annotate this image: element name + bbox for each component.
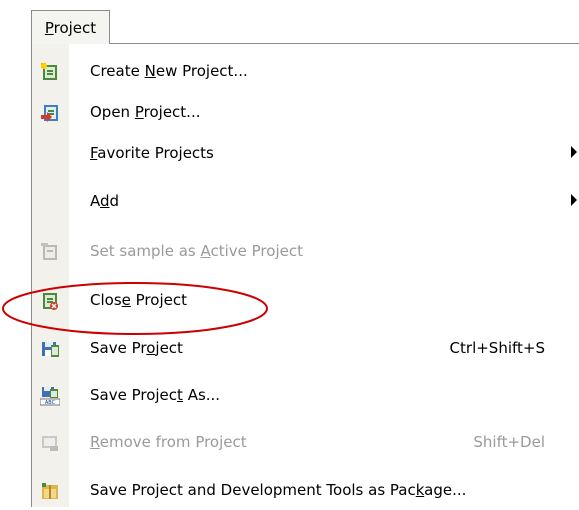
menu-item-set-active-project: Set sample as Active Project <box>32 231 579 271</box>
menu-item-label: Save Project As... <box>90 386 221 404</box>
menu-item-save-project[interactable]: Save Project Ctrl+Shift+S <box>32 328 579 368</box>
menu-item-label: Remove from Project <box>90 433 247 451</box>
menu-item-shortcut: Shift+Del <box>473 433 545 451</box>
menu-item-label: Open Project... <box>90 103 201 121</box>
menu-item-label: Set sample as Active Project <box>90 242 303 260</box>
remove-from-project-icon <box>42 436 58 451</box>
set-active-project-icon <box>41 243 57 260</box>
menu-item-label: Add <box>90 192 120 210</box>
menu-item-save-project-as[interactable]: ABC Save Project As... <box>32 375 579 415</box>
save-project-icon <box>42 342 59 357</box>
menu-item-save-as-package[interactable]: Save Project and Development Tools as Pa… <box>32 470 579 510</box>
open-project-icon <box>41 105 58 122</box>
menu-item-add[interactable]: Add <box>32 181 579 221</box>
menu-item-label: Create New Project... <box>90 62 248 80</box>
menu-item-shortcut: Ctrl+Shift+S <box>449 339 545 357</box>
svg-text:ABC: ABC <box>45 400 56 406</box>
project-menu-title-label: Project <box>44 18 97 37</box>
submenu-arrow-icon <box>571 146 577 158</box>
menu-item-label: Favorite Projects <box>90 144 214 162</box>
menu-item-favorite-projects[interactable]: Favorite Projects <box>32 133 579 173</box>
menu-item-label: Close Project <box>90 291 187 309</box>
package-icon <box>42 483 58 499</box>
menu-item-create-new-project[interactable]: Create New Project... <box>32 51 579 91</box>
menu-item-close-project[interactable]: Close Project <box>32 280 579 320</box>
menu-item-open-project[interactable]: Open Project... <box>32 92 579 132</box>
submenu-arrow-icon <box>571 194 577 206</box>
create-new-project-icon <box>41 63 57 80</box>
save-project-as-icon: ABC <box>40 387 60 406</box>
menu-item-label: Save Project <box>90 339 183 357</box>
project-menu-title[interactable]: Project <box>31 10 110 44</box>
menu-item-label: Save Project and Development Tools as Pa… <box>90 481 467 499</box>
menu-item-remove-from-project: Remove from Project Shift+Del <box>32 422 579 462</box>
close-project-icon <box>43 293 58 310</box>
